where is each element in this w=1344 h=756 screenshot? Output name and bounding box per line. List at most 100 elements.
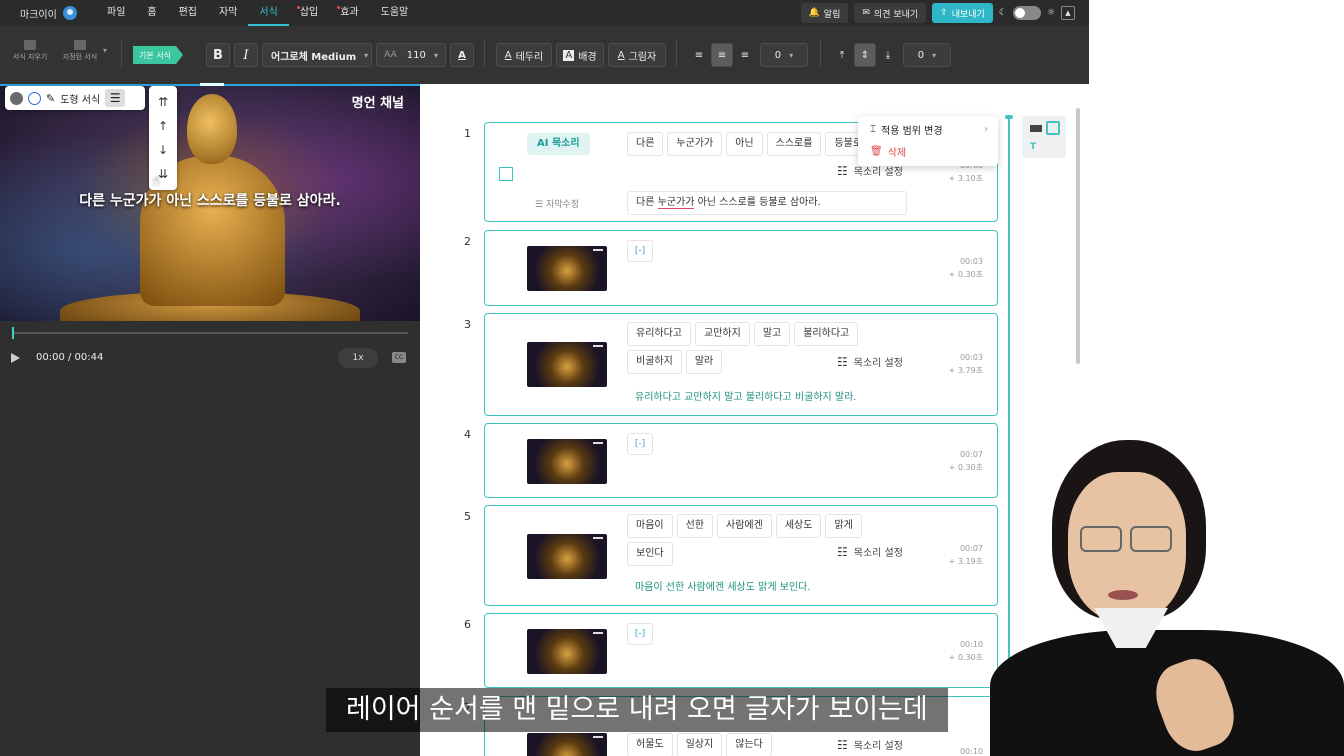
- word-chip[interactable]: 맑게: [825, 514, 862, 538]
- channel-label[interactable]: 명언 채널: [352, 92, 404, 111]
- frame-view-icon[interactable]: [1046, 121, 1060, 135]
- voice-setting-button[interactable]: ☷ 목소리 설정: [837, 354, 903, 370]
- export-icon: ⇪: [940, 8, 948, 18]
- empty-subtitle-chip[interactable]: [-]: [627, 433, 653, 455]
- bold-button[interactable]: B: [206, 43, 230, 67]
- font-size-select[interactable]: AA 110: [376, 43, 446, 67]
- word-chip[interactable]: 유리하다고: [627, 322, 691, 346]
- word-chip[interactable]: 않는다: [726, 733, 772, 756]
- empty-subtitle-chip[interactable]: [-]: [627, 623, 653, 645]
- play-icon[interactable]: [11, 353, 20, 363]
- word-chip[interactable]: 다른: [627, 132, 664, 156]
- align-center-icon[interactable]: ≡: [711, 43, 733, 67]
- scrollbar[interactable]: [1076, 108, 1080, 364]
- font-family-select[interactable]: 어그로체 Medium: [262, 43, 372, 67]
- line-spacing-select[interactable]: 0: [903, 43, 951, 67]
- app-menu[interactable]: 마크이이: [0, 6, 96, 21]
- word-chip[interactable]: 허물도: [627, 733, 673, 756]
- word-chip[interactable]: 비굴하지: [627, 350, 682, 374]
- text-view-icon[interactable]: T: [1030, 142, 1036, 152]
- export-button[interactable]: ⇪ 내보내기: [932, 3, 993, 23]
- empty-subtitle-chip[interactable]: [-]: [627, 240, 653, 262]
- saved-format-button[interactable]: 지정된 서식: [58, 40, 102, 62]
- scene-sentence[interactable]: 마음이 선한 사람에겐 세상도 맑게 보인다.: [635, 578, 810, 593]
- timeline-track[interactable]: [12, 327, 408, 339]
- scene-thumbnail[interactable]: [527, 342, 607, 387]
- scene-thumbnail[interactable]: [527, 733, 607, 756]
- basic-format-button[interactable]: 기본 서식: [133, 46, 183, 64]
- user-avatar-icon[interactable]: [62, 6, 77, 20]
- bring-to-front-icon[interactable]: ⇈: [158, 95, 168, 109]
- voice-setting-label: 목소리 설정: [853, 741, 903, 752]
- voice-setting-button[interactable]: ☷ 목소리 설정: [837, 737, 903, 753]
- menu-insert[interactable]: 삽입: [289, 0, 329, 26]
- scene-thumbnail[interactable]: [527, 629, 607, 674]
- saved-format-dropdown-icon[interactable]: ▾: [103, 46, 107, 55]
- italic-button[interactable]: I: [234, 43, 258, 67]
- scene-checkbox[interactable]: [499, 167, 513, 181]
- layer-order-icon[interactable]: ☰: [105, 89, 126, 107]
- menu-help[interactable]: 도움말: [370, 0, 420, 26]
- word-chip[interactable]: 교만하지: [695, 322, 750, 346]
- delete-menu-item[interactable]: 🗑 삭제: [870, 144, 906, 159]
- playhead-handle[interactable]: [12, 327, 14, 339]
- scene-card[interactable]: 유리하다고 교만하지 말고 불리하다고 비굴하지 말라 ☷ 목소리 설정 00:0…: [484, 313, 998, 416]
- word-chip[interactable]: 스스로를: [766, 132, 822, 156]
- subtitle-toggle-icon[interactable]: CC: [392, 352, 406, 363]
- align-left-icon[interactable]: ≡: [688, 43, 710, 67]
- clear-format-button[interactable]: 서식 지우기: [10, 40, 50, 62]
- ai-voice-button[interactable]: AI 목소리: [527, 133, 590, 155]
- word-chip[interactable]: 누군가가: [667, 132, 723, 156]
- subtitle-edit-field[interactable]: 다른 누군가가 아닌 스스로를 등불로 삼아라.: [627, 191, 907, 215]
- word-chip[interactable]: 마음이: [627, 514, 673, 538]
- theme-toggle[interactable]: [1012, 6, 1041, 20]
- word-chip[interactable]: 일상지: [676, 733, 723, 756]
- send-backward-icon[interactable]: ↓: [158, 143, 168, 157]
- menu-subtitle[interactable]: 자막: [208, 0, 248, 26]
- change-scope-menu-item[interactable]: ⌶ 적용 범위 변경 ›: [870, 122, 988, 137]
- playback-speed-button[interactable]: 1x: [338, 348, 378, 368]
- menu-effects[interactable]: 효과: [329, 0, 369, 26]
- word-chip[interactable]: 불리하다고: [794, 322, 859, 346]
- scene-card[interactable]: 마음이 선한 사람에겐 세상도 맑게 보인다 ☷ 목소리 설정 00:07 + 3.…: [484, 505, 998, 606]
- video-preview[interactable]: 명언 채널 다른 누군가가 아닌 스스로를 등불로 삼아라.: [0, 86, 420, 321]
- menu-home[interactable]: 홈: [136, 0, 167, 26]
- collapse-up-icon[interactable]: ▲: [1061, 6, 1075, 20]
- shadow-button[interactable]: A 그림자: [608, 43, 666, 67]
- scene-thumbnail[interactable]: [527, 246, 607, 291]
- word-chip[interactable]: 사람에겐: [717, 514, 772, 538]
- outline-color-icon[interactable]: [28, 91, 41, 105]
- scene-timing: 00:10: [960, 745, 983, 756]
- scene-thumbnail[interactable]: [527, 534, 607, 579]
- background-button[interactable]: A 배경: [556, 43, 604, 67]
- menu-format[interactable]: 서식: [248, 0, 289, 26]
- font-color-button[interactable]: A: [450, 43, 474, 67]
- menu-file[interactable]: 파일: [96, 0, 136, 26]
- word-chip[interactable]: 말고: [753, 322, 791, 346]
- word-chip[interactable]: 보인다: [627, 542, 673, 566]
- voice-setting-button[interactable]: ☷ 목소리 설정: [837, 544, 903, 560]
- scene-sentence[interactable]: 유리하다고 교만하지 말고 불리하다고 비굴하지 말라.: [635, 388, 856, 403]
- word-chip[interactable]: 아닌: [726, 132, 763, 156]
- thumbnail-view-icon[interactable]: [1030, 125, 1042, 132]
- valign-bottom-icon[interactable]: ⤓: [877, 43, 899, 67]
- feedback-button[interactable]: ✉ 의견 보내기: [854, 3, 927, 23]
- border-button[interactable]: A 테두리: [496, 43, 552, 67]
- scene-thumbnail[interactable]: [527, 439, 607, 484]
- preview-caption[interactable]: 다른 누군가가 아닌 스스로를 등불로 삼아라.: [0, 190, 420, 210]
- word-chip[interactable]: 세상도: [775, 514, 822, 538]
- fill-color-icon[interactable]: [10, 91, 23, 105]
- scene-card[interactable]: [-] 00:03 + 0.30초: [484, 230, 998, 306]
- word-chip[interactable]: 선한: [676, 514, 714, 538]
- valign-top-icon[interactable]: ⤒: [831, 43, 853, 67]
- menu-edit[interactable]: 편집: [168, 0, 208, 26]
- valign-middle-icon[interactable]: ⇕: [854, 43, 876, 67]
- shape-format-button[interactable]: 도형 서식: [60, 91, 100, 106]
- scene-card[interactable]: [-] 00:10 + 0.30초: [484, 613, 998, 688]
- alarm-button[interactable]: 🔔 알림: [800, 3, 849, 23]
- bring-forward-icon[interactable]: ↑: [158, 119, 168, 133]
- letter-spacing-select[interactable]: 0: [760, 43, 808, 67]
- scene-card[interactable]: [-] 00:07 + 0.30초: [484, 423, 998, 498]
- word-chip[interactable]: 말라: [685, 350, 723, 374]
- align-right-icon[interactable]: ≡: [734, 43, 756, 67]
